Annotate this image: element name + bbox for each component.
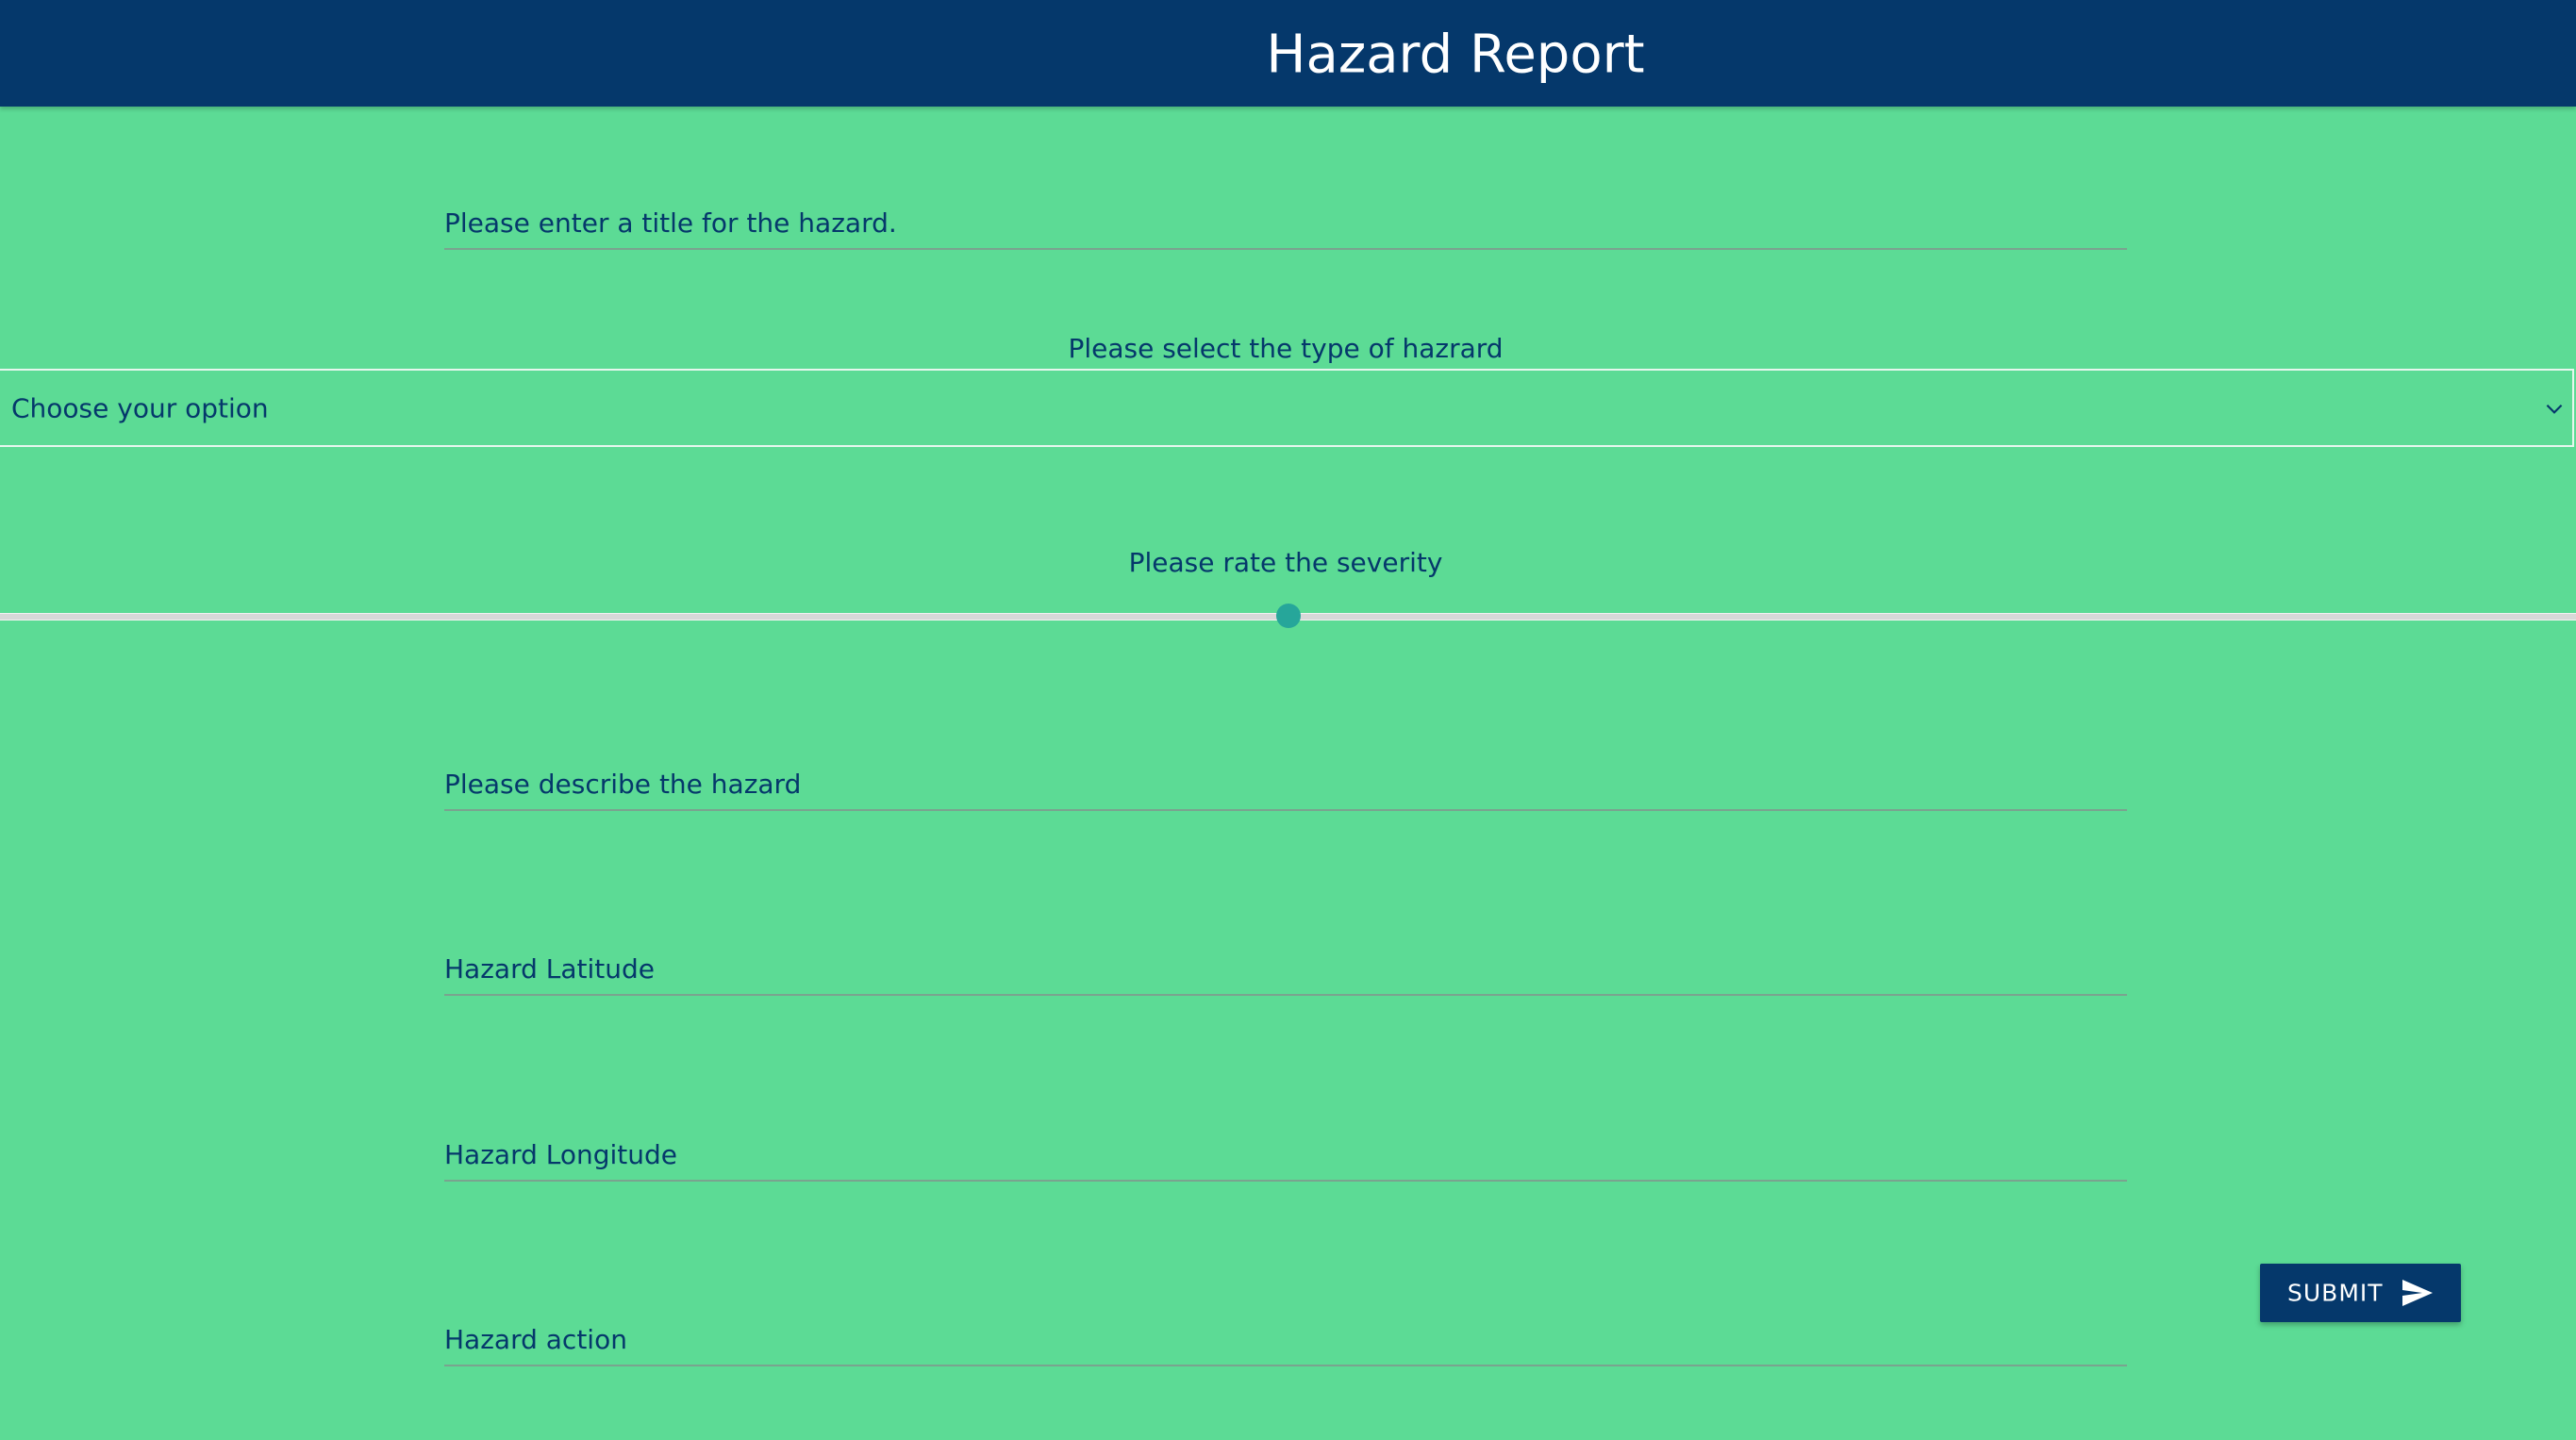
severity-label: Please rate the severity (1128, 547, 1443, 578)
hazard-title-field[interactable] (444, 182, 2127, 250)
hazard-longitude-field[interactable] (444, 1114, 2127, 1182)
chevron-down-icon (2546, 404, 2563, 414)
submit-button-label: SUBMIT (2287, 1279, 2384, 1307)
hazard-description-input[interactable] (444, 769, 2127, 800)
hazard-type-select[interactable]: Choose your option (0, 369, 2574, 447)
send-icon (2402, 1280, 2433, 1306)
hazard-longitude-input[interactable] (444, 1139, 2127, 1170)
hazard-title-input[interactable] (444, 207, 2127, 239)
app-header: Hazard Report (0, 0, 2576, 107)
hazard-latitude-input[interactable] (444, 953, 2127, 985)
hazard-action-field[interactable] (444, 1299, 2127, 1366)
hazard-type-selected-value: Choose your option (11, 392, 269, 423)
hazard-action-input[interactable] (444, 1324, 2127, 1355)
severity-slider[interactable] (0, 604, 2576, 628)
page-title: Hazard Report (1266, 24, 1645, 86)
hazard-latitude-field[interactable] (444, 928, 2127, 996)
submit-button[interactable]: SUBMIT (2260, 1264, 2461, 1322)
severity-slider-thumb[interactable] (1275, 604, 1301, 628)
hazard-type-label: Please select the type of hazrard (1068, 333, 1504, 364)
hazard-description-field[interactable] (444, 743, 2127, 811)
